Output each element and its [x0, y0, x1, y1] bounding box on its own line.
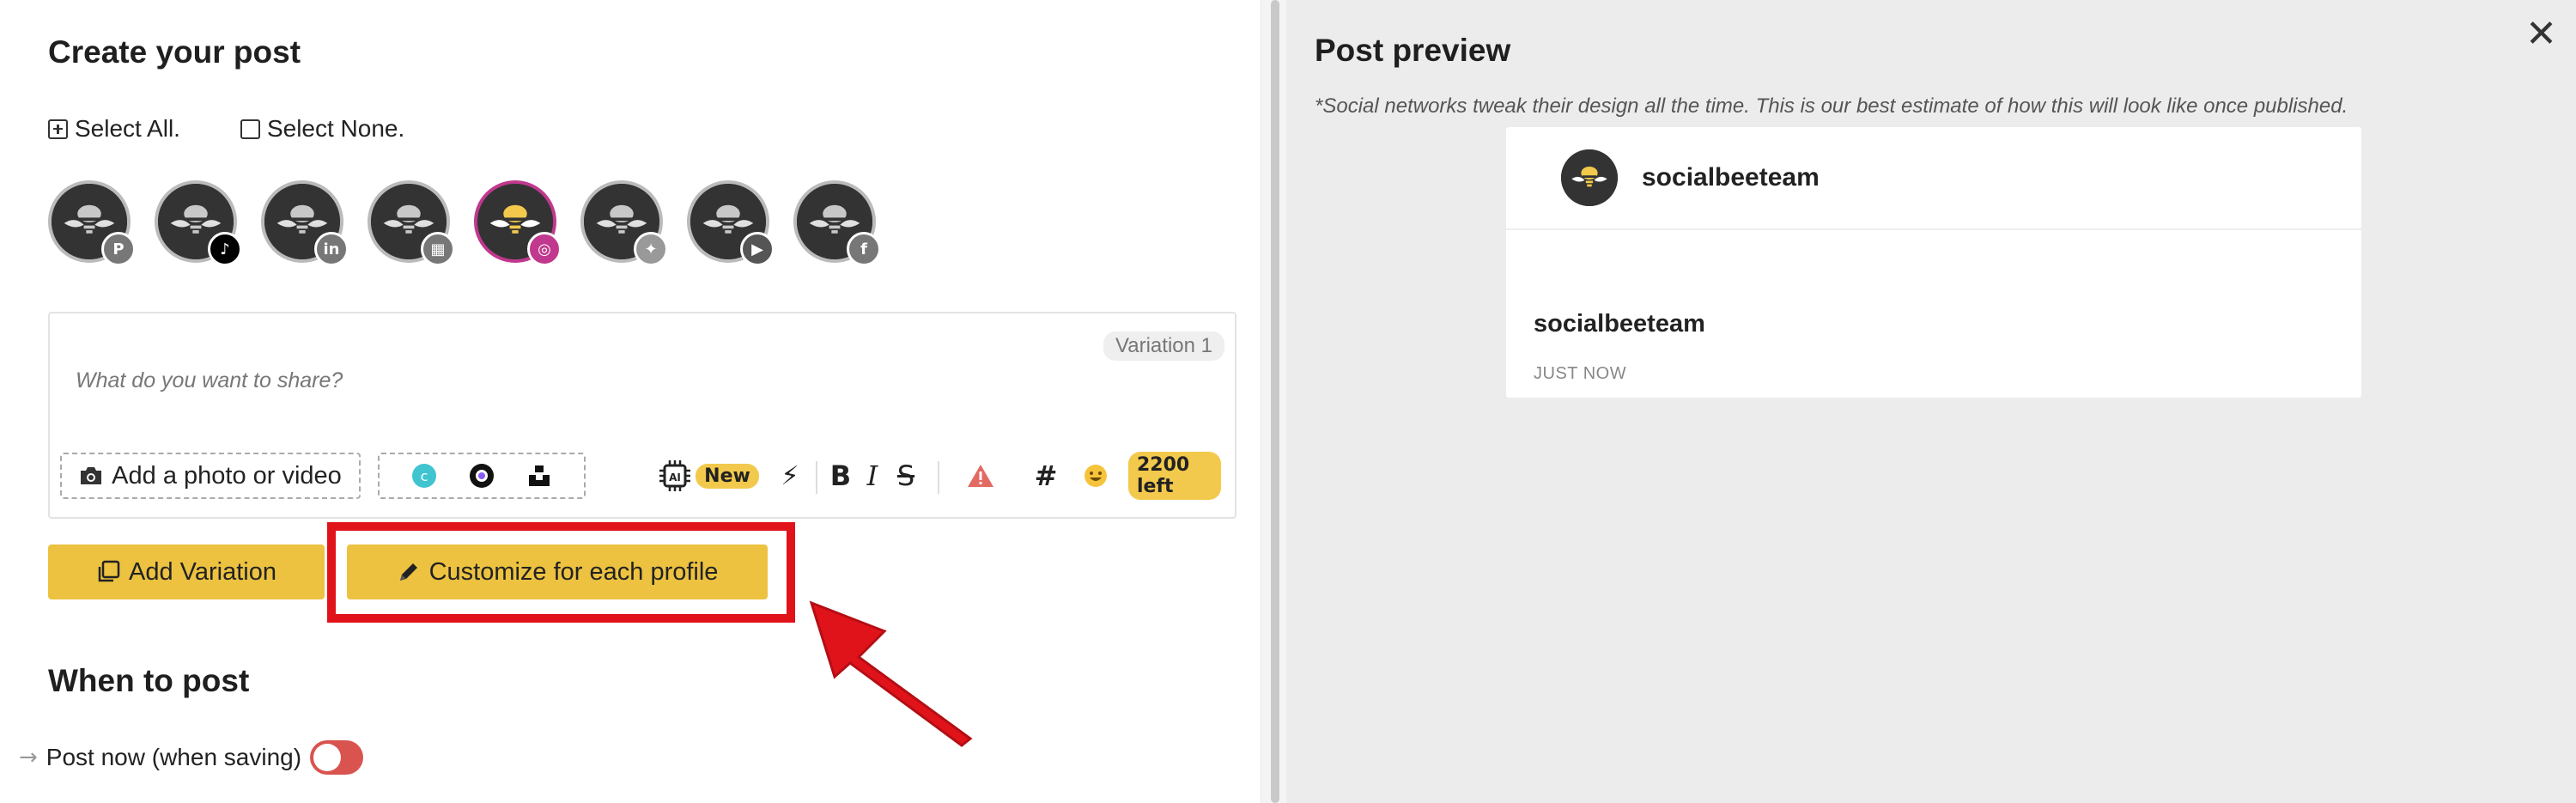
- emoji-smile-icon: [1084, 465, 1107, 487]
- warning-triangle-icon: [968, 465, 993, 487]
- profile-avatar-google-business[interactable]: ▦: [368, 180, 455, 266]
- preview-disclaimer: *Social networks tweak their design all …: [1315, 94, 2348, 118]
- profile-avatar-twitter[interactable]: ✦: [580, 180, 668, 266]
- profile-avatar-facebook[interactable]: f: [793, 180, 881, 266]
- magic-wand-icon: ⚡: [781, 460, 799, 491]
- preview-title: Post preview: [1315, 33, 1511, 68]
- toggle-knob: [313, 744, 342, 771]
- svg-text:c: c: [420, 468, 428, 484]
- panel-scrollbar-thumb[interactable]: [1271, 0, 1279, 803]
- copy-icon: [98, 560, 120, 582]
- add-variation-label: Add Variation: [129, 557, 276, 586]
- emoji-button[interactable]: [1078, 453, 1113, 499]
- italic-button[interactable]: I: [857, 453, 888, 499]
- preview-card-header: socialbeeteam: [1506, 127, 2361, 230]
- variation-tag: Variation 1: [1103, 332, 1224, 361]
- google-business-icon: ▦: [421, 232, 455, 266]
- svg-text:AI: AI: [669, 471, 681, 484]
- add-media-label: Add a photo or video: [112, 461, 342, 490]
- profile-avatar-instagram[interactable]: ◎: [474, 180, 562, 266]
- hashtag-button[interactable]: #: [1029, 453, 1063, 499]
- profile-select-controls: Select All. Select None.: [48, 115, 465, 143]
- unsplash-icon[interactable]: [526, 463, 552, 489]
- design-integrations: c: [378, 453, 586, 499]
- add-photo-video-button[interactable]: Add a photo or video: [60, 453, 361, 499]
- post-text-editor[interactable]: Variation 1 What do you want to share? A…: [48, 312, 1236, 519]
- arrow-right-icon: →: [19, 745, 38, 770]
- select-all-button[interactable]: Select All.: [48, 115, 180, 143]
- close-icon[interactable]: ✕: [2525, 12, 2557, 56]
- italic-icon: I: [866, 459, 878, 492]
- profile-avatar-tiktok[interactable]: ♪: [155, 180, 242, 266]
- toolbar-divider: [938, 461, 939, 494]
- avatar: [1561, 149, 1618, 206]
- instagram-icon: ◎: [527, 232, 562, 266]
- post-now-toggle[interactable]: [310, 740, 364, 775]
- ai-new-badge: New: [696, 453, 759, 499]
- when-to-post-title: When to post: [48, 663, 250, 698]
- select-none-label: Select None.: [266, 115, 405, 142]
- linkedin-icon: in: [314, 232, 349, 266]
- youtube-icon: ▶: [740, 232, 775, 266]
- chars-left-badge: 2200 left: [1128, 452, 1221, 500]
- post-now-label: Post now (when saving): [46, 744, 302, 770]
- add-variation-button[interactable]: Add Variation: [48, 544, 325, 599]
- preview-account-name: socialbeeteam: [1642, 163, 1820, 192]
- twitter-icon: ✦: [634, 232, 668, 266]
- red-arrow-annotation: [809, 600, 973, 747]
- camera-icon: [81, 467, 102, 484]
- profile-avatar-pinterest[interactable]: P: [48, 180, 136, 266]
- profile-avatar-youtube[interactable]: ▶: [687, 180, 775, 266]
- warning-button[interactable]: [963, 453, 998, 499]
- character-count: 2200 left: [1128, 452, 1221, 500]
- instagram-preview-card: socialbeeteam socialbeeteam JUST NOW: [1506, 127, 2361, 398]
- create-post-title: Create your post: [48, 34, 301, 70]
- empty-square-icon: [240, 119, 260, 139]
- hashtag-icon: #: [1034, 459, 1058, 492]
- bee-logo-icon: [1561, 149, 1618, 206]
- preview-caption-name: socialbeeteam: [1534, 310, 1705, 338]
- bold-button[interactable]: B: [825, 453, 856, 499]
- designer-icon[interactable]: [469, 463, 495, 489]
- new-badge-label: New: [696, 463, 759, 489]
- facebook-icon: f: [847, 232, 881, 266]
- canva-icon[interactable]: c: [411, 463, 437, 489]
- preview-timestamp: JUST NOW: [1534, 364, 1627, 383]
- strikethrough-button[interactable]: S: [890, 453, 922, 499]
- magic-wand-button[interactable]: ⚡: [773, 453, 807, 499]
- tiktok-icon: ♪: [208, 232, 242, 266]
- profile-avatar-linkedin[interactable]: in: [261, 180, 349, 266]
- post-preview-panel: Post preview ✕ *Social networks tweak th…: [1286, 0, 2576, 803]
- profile-avatar-list: P ♪ in ▦ ◎ ✦ ▶ f: [48, 180, 900, 266]
- highlight-annotation-box: [327, 522, 795, 623]
- toolbar-divider: [816, 461, 817, 494]
- ai-assistant-button[interactable]: AI: [656, 453, 694, 499]
- select-none-button[interactable]: Select None.: [240, 115, 404, 143]
- select-all-label: Select All.: [75, 115, 180, 142]
- plus-square-icon: [48, 119, 68, 139]
- post-text-input[interactable]: What do you want to share?: [76, 368, 343, 393]
- pinterest-icon: P: [101, 232, 136, 266]
- bold-icon: B: [829, 459, 852, 492]
- post-editor-panel: Create your post Select All. Select None…: [0, 0, 1261, 803]
- post-now-row: → Post now (when saving): [19, 740, 364, 775]
- ai-chip-icon: AI: [659, 460, 690, 491]
- strikethrough-icon: S: [896, 459, 915, 492]
